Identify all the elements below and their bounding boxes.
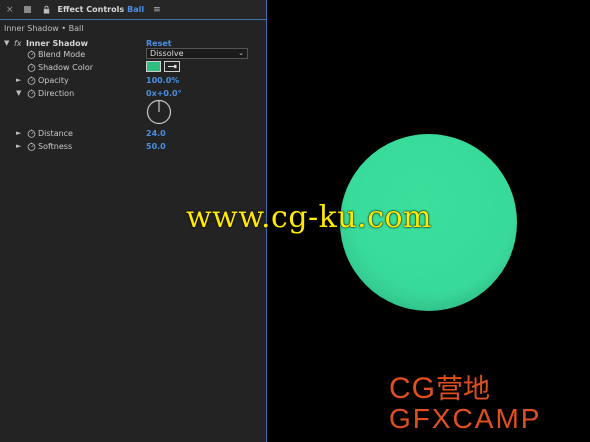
- property-row-distance: ► Distance 24.0: [0, 127, 266, 139]
- property-row-opacity: ► Opacity 100.0%: [0, 74, 266, 86]
- lock-icon[interactable]: [42, 5, 51, 14]
- twirl-right-icon[interactable]: ►: [16, 142, 21, 150]
- chevron-down-icon: ⌄: [238, 49, 244, 57]
- stopwatch-icon[interactable]: [27, 63, 36, 72]
- twirl-down-icon[interactable]: ▼: [4, 39, 9, 47]
- shadow-color-swatch[interactable]: [146, 61, 161, 72]
- panel-tab-bar: × Effect Controls Ball ≡: [0, 0, 266, 20]
- blend-mode-value: Dissolve: [150, 49, 184, 58]
- reset-link[interactable]: Reset: [146, 39, 172, 48]
- distance-value[interactable]: 24.0: [146, 129, 166, 138]
- twirl-right-icon[interactable]: ►: [16, 129, 21, 137]
- fx-icon[interactable]: fx: [14, 39, 22, 48]
- stopwatch-icon[interactable]: [27, 89, 36, 98]
- watermark-logo-line1: CG营地: [389, 372, 490, 405]
- stopwatch-icon[interactable]: [27, 76, 36, 85]
- effect-name: Inner Shadow: [26, 38, 88, 48]
- panel-menu-icon[interactable]: ≡: [153, 5, 161, 15]
- opacity-label: Opacity: [38, 75, 69, 85]
- direction-label: Direction: [38, 88, 75, 98]
- tab-title[interactable]: Effect Controls: [58, 5, 125, 14]
- opacity-value[interactable]: 100.0%: [146, 76, 179, 85]
- property-row-softness: ► Softness 50.0: [0, 140, 266, 152]
- property-row-direction: ▼ Direction 0x+0.0°: [0, 87, 266, 99]
- direction-angle-dial[interactable]: [146, 99, 172, 125]
- watermark-url: www.cg-ku.com: [186, 200, 433, 235]
- blend-mode-dropdown[interactable]: Dissolve ⌄: [146, 48, 248, 59]
- logo-cn-text: 营地: [436, 374, 490, 404]
- watermark-logo-line2: GFXCAMP: [389, 403, 542, 434]
- subheader-text: Inner Shadow • Ball: [4, 24, 84, 33]
- property-row-shadow-color: Shadow Color: [0, 61, 266, 73]
- direction-value[interactable]: 0x+0.0°: [146, 89, 182, 98]
- distance-label: Distance: [38, 128, 73, 138]
- twirl-down-icon[interactable]: ▼: [16, 89, 21, 97]
- tab-layer-name[interactable]: Ball: [127, 5, 144, 14]
- stopwatch-icon[interactable]: [27, 129, 36, 138]
- panel-subheader: Inner Shadow • Ball: [0, 20, 266, 37]
- close-tab-icon[interactable]: ×: [6, 5, 14, 15]
- panel-square-icon[interactable]: [23, 6, 31, 13]
- blend-mode-label: Blend Mode: [38, 49, 86, 59]
- stopwatch-icon[interactable]: [27, 142, 36, 151]
- eyedropper-icon[interactable]: [164, 61, 180, 72]
- logo-cg-text: CG: [389, 372, 436, 405]
- shadow-color-label: Shadow Color: [38, 62, 93, 72]
- property-row-blend-mode: Blend Mode Dissolve ⌄: [0, 48, 266, 60]
- twirl-right-icon[interactable]: ►: [16, 76, 21, 84]
- stopwatch-icon[interactable]: [27, 50, 36, 59]
- softness-value[interactable]: 50.0: [146, 142, 166, 151]
- softness-label: Softness: [38, 141, 73, 151]
